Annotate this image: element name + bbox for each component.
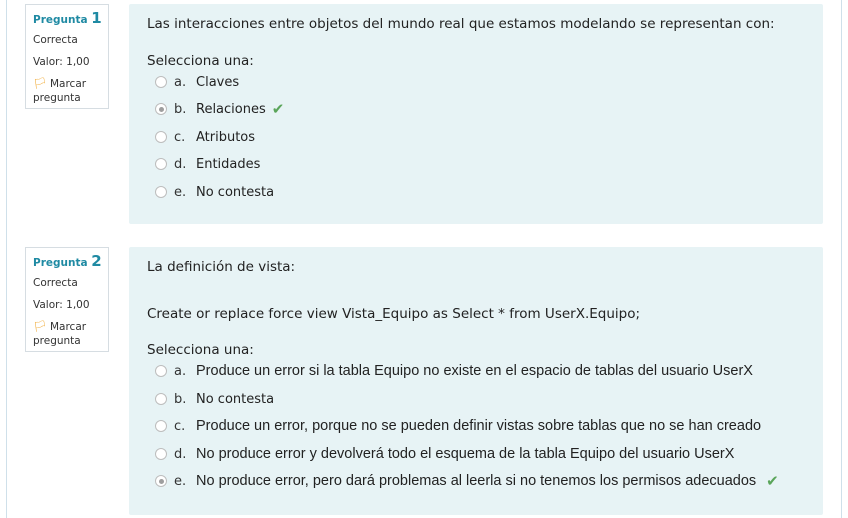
question-1-state: Correcta <box>33 34 78 46</box>
answer-label: No produce error y devolverá todo el esq… <box>196 446 735 462</box>
flag-icon: 🏳 <box>33 77 47 90</box>
question-1-answer-b[interactable]: b. Relaciones ✔ <box>155 99 284 119</box>
answer-letter: c. <box>174 129 186 145</box>
answer-label: No produce error, pero dará problemas al… <box>196 473 757 489</box>
answer-label: Produce un error, porque no se pueden de… <box>196 418 762 434</box>
answer-letter: a. <box>174 363 187 379</box>
question-2-answer-c[interactable]: c. Produce un error, porque no se pueden… <box>155 416 761 436</box>
question-2-answer-a[interactable]: a. Produce un error si la tabla Equipo n… <box>155 361 753 381</box>
check-icon: ✔ <box>271 100 285 118</box>
question-2-code: Create or replace force view Vista_Equip… <box>147 306 641 322</box>
question-2-answer-b[interactable]: b. No contesta <box>155 389 274 409</box>
question-2-text: La definición de vista: <box>147 259 296 275</box>
answer-label: Relaciones <box>196 101 266 117</box>
question-1-info: Pregunta 1 Correcta Valor: 1,00 🏳 Marcar … <box>25 4 109 109</box>
question-1-grade: Valor: 1,00 <box>33 56 90 68</box>
radio-button[interactable] <box>155 186 167 198</box>
question-1-title-label: Pregunta <box>33 14 88 26</box>
radio-button-selected[interactable] <box>155 103 167 115</box>
answer-label: Claves <box>196 74 240 90</box>
radio-button-selected[interactable] <box>155 475 167 487</box>
answer-letter: b. <box>174 391 187 407</box>
question-2-answer-d[interactable]: d. No produce error y devolverá todo el … <box>155 444 734 464</box>
radio-button[interactable] <box>155 420 167 432</box>
question-1-answer-d[interactable]: d. Entidades <box>155 154 260 174</box>
question-2-flag-button[interactable]: 🏳 Marcar pregunta <box>33 320 102 348</box>
question-1-answer-e[interactable]: e. No contesta <box>155 182 274 202</box>
radio-button[interactable] <box>155 393 167 405</box>
question-2-number: 2 <box>91 252 102 270</box>
question-1-answer-c[interactable]: c. Atributos <box>155 127 255 147</box>
question-2-title-label: Pregunta <box>33 257 88 269</box>
question-2-title: Pregunta 2 <box>33 254 102 270</box>
answer-letter: d. <box>174 446 187 462</box>
question-2-info: Pregunta 2 Correcta Valor: 1,00 🏳 Marcar … <box>25 247 109 352</box>
question-1-text: Las interacciones entre objetos del mund… <box>147 16 775 32</box>
flag-icon: 🏳 <box>33 320 47 333</box>
answer-letter: e. <box>174 473 187 489</box>
question-1-flag-button[interactable]: 🏳 Marcar pregunta <box>33 77 102 105</box>
answer-letter: c. <box>174 418 186 434</box>
answer-label: Produce un error si la tabla Equipo no e… <box>196 363 753 379</box>
radio-button[interactable] <box>155 365 167 377</box>
question-2-state: Correcta <box>33 277 78 289</box>
page-left-border <box>6 0 7 518</box>
question-1-prompt: Selecciona una: <box>147 53 254 69</box>
radio-button[interactable] <box>155 158 167 170</box>
answer-label: No contesta <box>196 391 275 407</box>
answer-label: Entidades <box>196 156 261 172</box>
question-2-answer-e[interactable]: e. No produce error, pero dará problemas… <box>155 471 779 491</box>
radio-button[interactable] <box>155 448 167 460</box>
check-icon: ✔ <box>766 472 779 490</box>
radio-button[interactable] <box>155 76 167 88</box>
question-2-content: La definición de vista: Create or replac… <box>129 247 823 515</box>
question-1-number: 1 <box>91 9 102 27</box>
answer-letter: b. <box>174 101 187 117</box>
question-1-content: Las interacciones entre objetos del mund… <box>129 4 823 224</box>
answer-letter: e. <box>174 184 187 200</box>
question-1-answer-a[interactable]: a. Claves <box>155 72 239 92</box>
answer-label: No contesta <box>196 184 275 200</box>
answer-letter: d. <box>174 156 187 172</box>
page-right-border <box>841 0 842 518</box>
question-1-title: Pregunta 1 <box>33 11 102 27</box>
answer-letter: a. <box>174 74 187 90</box>
answer-label: Atributos <box>196 129 256 145</box>
question-2-grade: Valor: 1,00 <box>33 299 90 311</box>
radio-button[interactable] <box>155 131 167 143</box>
question-2-prompt: Selecciona una: <box>147 342 254 358</box>
